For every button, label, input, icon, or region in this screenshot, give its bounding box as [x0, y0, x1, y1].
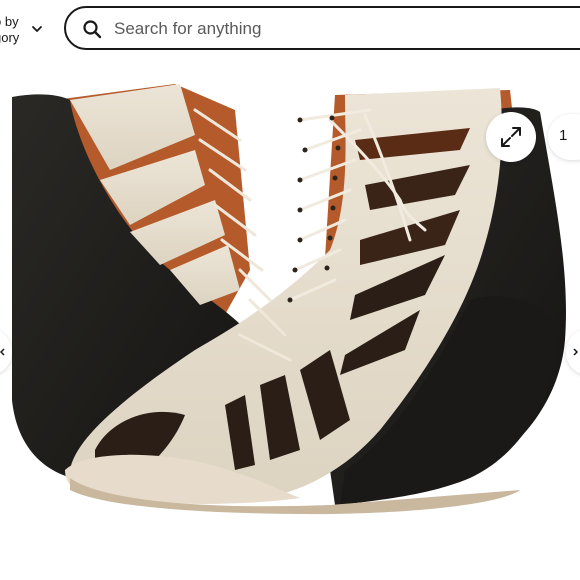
search-icon [83, 20, 102, 39]
chevron-right-icon [573, 348, 579, 356]
chevron-down-icon [32, 26, 42, 32]
search-input[interactable]: Search for anything [114, 19, 261, 39]
image-counter-text: 1 [559, 127, 568, 144]
expand-icon [501, 127, 521, 147]
search-bar[interactable]: Search for anything [64, 6, 580, 50]
shop-by-category-button[interactable]: o by gory [0, 14, 48, 46]
expand-image-button[interactable] [486, 112, 536, 162]
top-bar: o by gory Search for anything [0, 0, 580, 62]
bottom-strip [0, 552, 580, 580]
chevron-left-icon [0, 348, 5, 356]
product-image[interactable]: 1 [0, 62, 580, 552]
